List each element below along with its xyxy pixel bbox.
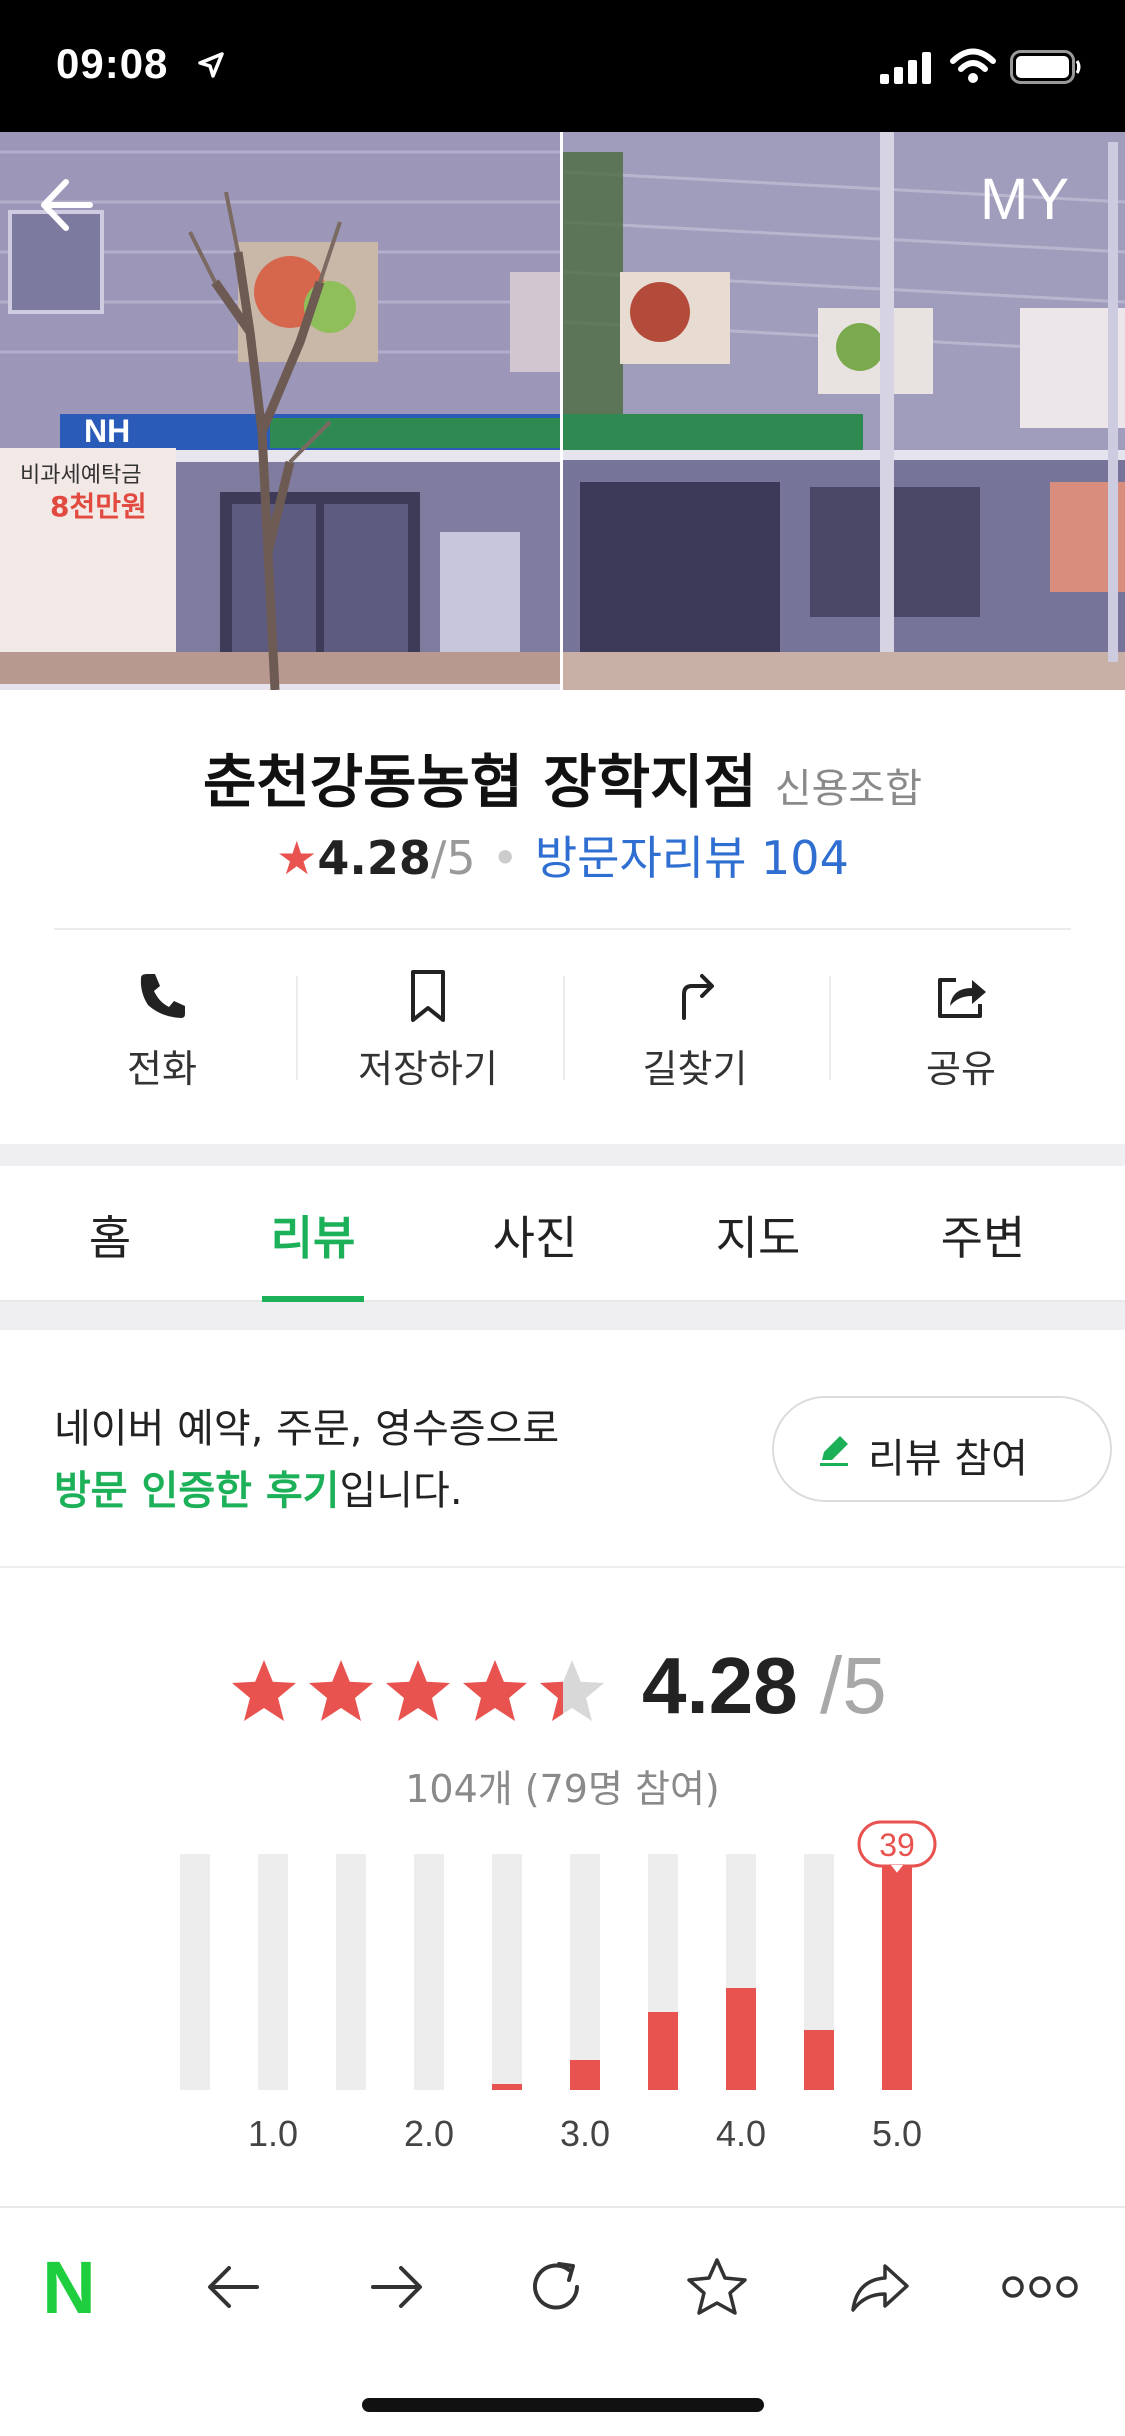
notice-divider: [0, 1566, 1125, 1568]
place-category: 신용조합: [774, 766, 922, 812]
share-arrow-icon: [851, 2264, 909, 2312]
forward-arrow-icon: [371, 2266, 422, 2308]
hero-photos[interactable]: NH 비과세예탁금 8천만원: [0, 132, 1125, 690]
reload-button[interactable]: [511, 2242, 601, 2332]
hero-sign-brand: NH: [84, 413, 130, 449]
bookmark-star-button[interactable]: [672, 2242, 762, 2332]
review-count: 104개 (79명 참여): [405, 1767, 720, 1811]
action-label: 공유: [926, 1047, 996, 1091]
visitor-review-link[interactable]: 방문자리뷰 104: [535, 831, 849, 885]
bar-3.0: [570, 2060, 600, 2090]
bar-4.5: [804, 2030, 834, 2090]
directions-button[interactable]: 길찾기: [562, 960, 828, 1100]
bar-track: [180, 1854, 210, 2090]
browser-back-button[interactable]: [189, 2242, 279, 2332]
notice-line1: 네이버 예약, 주문, 영수증으로: [54, 1406, 560, 1452]
action-label: 전화: [127, 1047, 197, 1091]
storefront-photo: NH 비과세예탁금 8천만원: [0, 132, 1125, 690]
naver-n-icon: N: [42, 2245, 96, 2329]
summary-score: 4.28: [642, 1641, 798, 1730]
write-review-button[interactable]: 리뷰 참여: [772, 1396, 1112, 1502]
naver-home-button[interactable]: N: [24, 2242, 114, 2332]
tab-map[interactable]: 지도: [668, 1202, 848, 1268]
bookmark-icon: [411, 970, 445, 1022]
location-arrow-icon: [198, 52, 224, 78]
bar-track: [336, 1854, 366, 2090]
separator-dot: •: [491, 831, 519, 885]
bar-track: [258, 1854, 288, 2090]
browser-forward-button[interactable]: [351, 2242, 441, 2332]
rating-distribution-chart: 1.0 2.0 3.0 4.0 5.0 39: [180, 1820, 937, 2154]
hero-promo-line1: 비과세예탁금: [20, 463, 141, 488]
star-icon-4: [463, 1660, 527, 1721]
star-icon-5: [540, 1660, 604, 1721]
x-tick-label: 5.0: [872, 2113, 922, 2154]
bar-5.0: [882, 1856, 912, 2090]
notice-line2: 방문 인증한 후기입니다.: [54, 1458, 463, 1516]
notice-highlight: 방문 인증한 후기: [54, 1468, 340, 1514]
bar-2.5: [492, 2084, 522, 2090]
tab-nearby[interactable]: 주변: [893, 1202, 1073, 1268]
place-rating-row: ★4.28/5 • 방문자리뷰 104: [0, 822, 1125, 888]
pencil-icon: [820, 1436, 848, 1466]
share-button[interactable]: 공유: [828, 960, 1094, 1100]
tab-bar: 홈 리뷰 사진 지도 주변: [0, 1166, 1125, 1302]
refresh-icon: [533, 2262, 579, 2310]
more-button[interactable]: [995, 2242, 1085, 2332]
back-arrow-icon: [208, 2266, 259, 2308]
tab-photos[interactable]: 사진: [445, 1202, 625, 1268]
place-rating-max: /5: [430, 831, 476, 885]
my-button[interactable]: MY: [980, 166, 1071, 233]
x-tick-label: 4.0: [716, 2113, 766, 2154]
battery-icon: [1010, 50, 1081, 84]
info-divider: [54, 928, 1071, 930]
home-indicator[interactable]: [362, 2398, 764, 2412]
bar-track: [570, 1854, 600, 2090]
action-label: 길찾기: [642, 1047, 748, 1091]
place-title-row: 춘천강동농협 장학지점 신용조합: [0, 735, 1125, 819]
max-value-bubble: 39: [857, 1820, 937, 1878]
back-button[interactable]: [28, 160, 118, 250]
place-name: 춘천강동농협 장학지점: [203, 748, 757, 816]
section-gap: [0, 1144, 1125, 1166]
star-icon-2: [309, 1660, 373, 1721]
wifi-icon: [950, 48, 996, 83]
action-bar: 전화 저장하기 길찾기 공유: [0, 960, 1125, 1100]
bar-4.0: [726, 1988, 756, 2090]
signal-icon: [880, 52, 931, 84]
star-icon-3: [386, 1660, 450, 1721]
status-time: 09:08: [56, 40, 169, 87]
call-button[interactable]: 전화: [29, 960, 295, 1100]
bar-track: [492, 1854, 522, 2090]
phone-icon: [140, 974, 185, 1018]
x-tick-label: 1.0: [248, 2113, 298, 2154]
star-icon-1: [232, 1660, 296, 1721]
notice-rest: 입니다.: [339, 1468, 463, 1514]
section-gap: [0, 1302, 1125, 1330]
write-review-label: 리뷰 참여: [868, 1436, 1028, 1482]
rating-stars: [232, 1660, 604, 1721]
bar-3.5: [648, 2012, 678, 2090]
rating-star-icon: ★: [276, 831, 318, 885]
summary-max: /5: [820, 1641, 887, 1730]
star-icon: [687, 2258, 747, 2315]
tab-review[interactable]: 리뷰: [223, 1202, 403, 1268]
tab-home[interactable]: 홈: [20, 1202, 200, 1268]
x-tick-label: 3.0: [560, 2113, 610, 2154]
max-value-label: 39: [879, 1827, 915, 1863]
browser-share-button[interactable]: [835, 2242, 925, 2332]
share-icon: [938, 978, 986, 1018]
bar-track: [414, 1854, 444, 2090]
more-icon: [1002, 2276, 1078, 2298]
hero-promo-line2: 8천만원: [50, 490, 147, 523]
place-rating: 4.28: [317, 831, 431, 885]
status-bar: 09:08: [0, 0, 1125, 132]
save-button[interactable]: 저장하기: [295, 960, 561, 1100]
action-label: 저장하기: [358, 1047, 498, 1091]
x-tick-label: 2.0: [404, 2113, 454, 2154]
directions-icon: [682, 974, 714, 1020]
